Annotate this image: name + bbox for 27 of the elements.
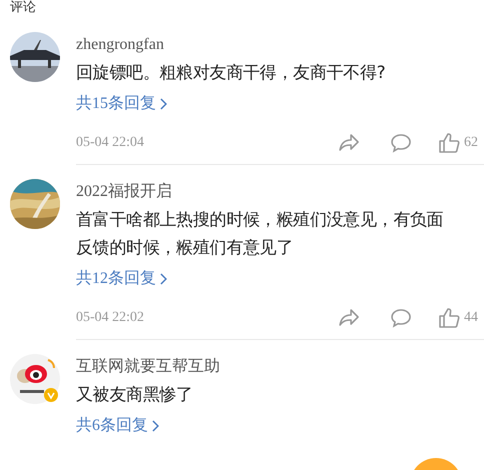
comment-icon (390, 308, 412, 328)
like-button[interactable]: 44 (438, 307, 478, 329)
author-name: 2022福报开启 (76, 182, 172, 202)
section-title: 评论 (10, 0, 37, 16)
author-name: zhengrongfan (76, 35, 164, 55)
comment-icon (390, 133, 412, 153)
like-button[interactable]: 62 (438, 132, 478, 154)
author-name: 互联网就要互帮互助 (76, 357, 220, 377)
comment-text: 又被友商黑惨了 (76, 384, 194, 407)
chevron-icon (160, 273, 167, 285)
thumbs-up-icon (438, 307, 460, 329)
replies-link[interactable]: 共12条回复 (76, 267, 167, 291)
comment-time: 05-04 22:04 (76, 135, 146, 151)
replies-link[interactable]: 共6条回复 (76, 414, 159, 438)
comment-button[interactable] (390, 133, 412, 153)
chevron-icon (152, 420, 159, 432)
share-button[interactable] (338, 133, 360, 153)
comment-text: 首富干啥都上热搜的时候，糇殖们没意见，有负面反馈的时候，糇殖们有意见了 (76, 209, 444, 260)
comment-text: 回旋镖吧。粗粮对友商干得，友商干不得? (76, 62, 386, 85)
share-icon (338, 133, 360, 153)
thumbs-up-icon (438, 132, 460, 154)
share-icon (338, 308, 360, 328)
comment-time: 05-04 22:02 (76, 310, 146, 326)
comment-button[interactable] (390, 308, 412, 328)
chevron-icon (160, 98, 167, 110)
share-button[interactable] (338, 308, 360, 328)
replies-link[interactable]: 共15条回复 (76, 92, 167, 116)
